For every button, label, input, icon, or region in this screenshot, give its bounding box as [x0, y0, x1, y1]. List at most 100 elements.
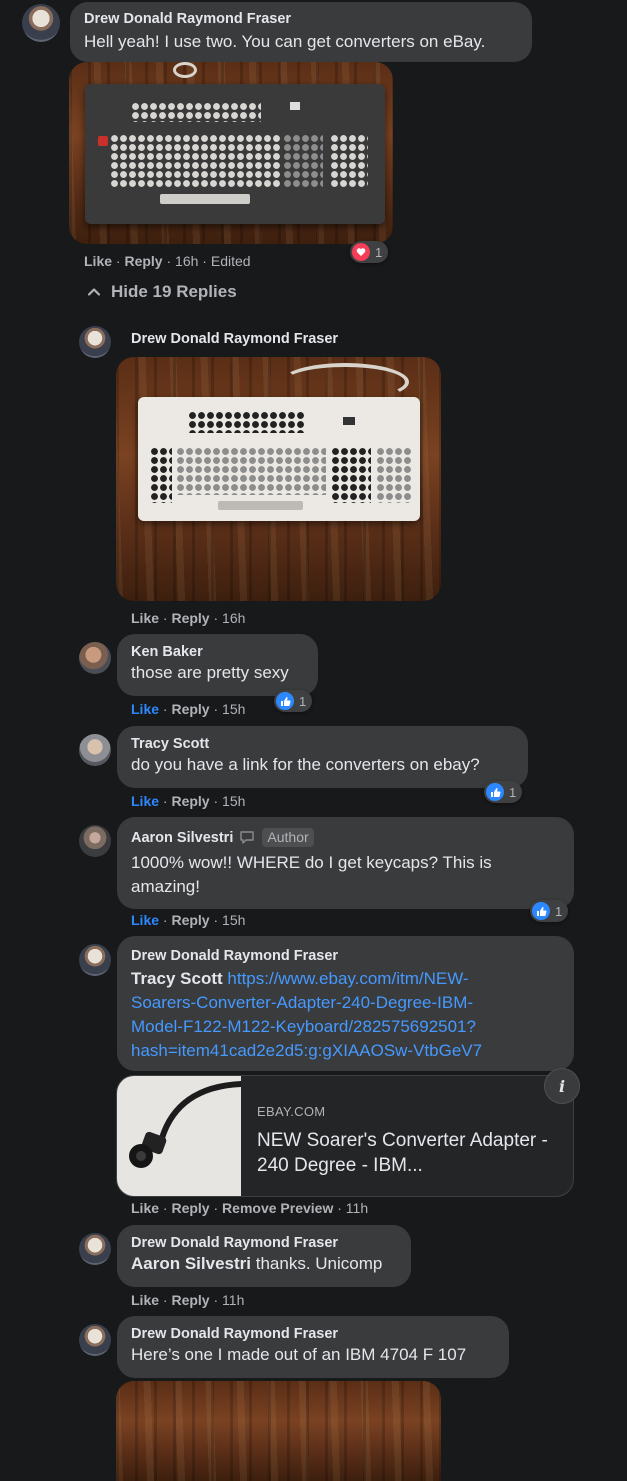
reaction-number: 1 [509, 784, 517, 800]
reply-button[interactable]: Reply [124, 253, 162, 269]
like-icon [532, 902, 550, 920]
comment-actions: Like · Reply · 15h [131, 701, 246, 717]
keycaps [376, 447, 412, 503]
timestamp[interactable]: 16h [222, 610, 245, 626]
reply-button[interactable]: Reply [171, 1200, 209, 1216]
comment-author[interactable]: Ken Baker [131, 643, 304, 661]
external-link[interactable]: Soarers-Converter-Adapter-240-Degree-IBM… [131, 991, 560, 1015]
keycaps [283, 134, 323, 189]
red-key [98, 136, 108, 146]
reaction-number: 1 [299, 693, 307, 709]
keycaps [176, 447, 326, 495]
info-icon[interactable]: i [544, 1068, 580, 1104]
timestamp[interactable]: 15h [222, 701, 245, 717]
comment-bubble: Ken Baker those are pretty sexy [117, 634, 318, 696]
hide-replies-label: Hide 19 Replies [111, 282, 237, 301]
comment-author[interactable]: Aaron Silvestri [131, 830, 233, 846]
avatar[interactable] [79, 326, 111, 358]
comment-bubble: Drew Donald Raymond Fraser Here’s one I … [117, 1316, 509, 1378]
chevron-up-icon [86, 284, 102, 300]
like-button[interactable]: Like [131, 793, 159, 809]
keycaps [131, 102, 261, 122]
avatar[interactable] [79, 944, 111, 976]
comment-bubble: Tracy Scott do you have a link for the c… [117, 726, 528, 788]
comment-photo[interactable] [116, 1381, 441, 1481]
keyboard-image [85, 84, 385, 224]
reply-button[interactable]: Reply [171, 1292, 209, 1308]
keycaps [150, 447, 172, 503]
like-button[interactable]: Like [131, 1292, 159, 1308]
like-button[interactable]: Like [131, 610, 159, 626]
comment-actions: Like · Reply · Remove Preview · 11h [131, 1200, 369, 1216]
avatar[interactable] [79, 1233, 111, 1265]
avatar[interactable] [79, 642, 111, 674]
comment-photo[interactable] [116, 357, 441, 601]
reaction-number: 1 [555, 903, 563, 919]
reaction-number: 1 [375, 244, 383, 260]
comment-text-body: thanks. Unicomp [255, 1254, 383, 1273]
comment-author-row: Aaron Silvestri Author [131, 828, 560, 849]
keycaps [110, 134, 280, 189]
timestamp[interactable]: 11h [346, 1200, 368, 1216]
comment-text-line: amazing! [131, 877, 200, 896]
reaction-count[interactable]: 1 [350, 241, 389, 263]
comment-text: Hell yeah! I use two. You can get conver… [84, 32, 486, 51]
reply-button[interactable]: Reply [171, 912, 209, 928]
keyboard-cord [173, 62, 197, 78]
comment-author[interactable]: Drew Donald Raymond Fraser [131, 1234, 397, 1252]
like-button[interactable]: Like [131, 1200, 159, 1216]
mention-link[interactable]: Tracy Scott [131, 969, 223, 988]
remove-preview-button[interactable]: Remove Preview [222, 1200, 333, 1216]
comment-actions: Like · Reply · 15h [131, 793, 246, 809]
comment-text: Aaron Silvestri thanks. Unicomp [131, 1252, 397, 1276]
like-button[interactable]: Like [84, 253, 112, 269]
comment-text: Tracy Scott https://www.ebay.com/itm/NEW… [131, 967, 560, 991]
like-button[interactable]: Like [131, 701, 159, 717]
comment-author[interactable]: Tracy Scott [131, 735, 514, 753]
reaction-count[interactable]: 1 [530, 900, 569, 922]
like-icon [276, 692, 294, 710]
comment-author[interactable]: Drew Donald Raymond Fraser [131, 1325, 495, 1343]
timestamp[interactable]: 15h [222, 793, 245, 809]
comment-text-line: 1000% wow!! WHERE do I get keycaps? This… [131, 853, 492, 872]
spacebar [218, 501, 303, 510]
keyboard-cord [281, 363, 409, 401]
comment-text: those are pretty sexy [131, 663, 289, 682]
comment-author[interactable]: Drew Donald Raymond Fraser [131, 330, 338, 348]
preview-title[interactable]: NEW Soarer's Converter Adapter - 240 Deg… [257, 1128, 557, 1178]
author-badge: Author [262, 828, 314, 847]
keyboard-image [138, 397, 420, 521]
external-link[interactable]: hash=item41cad2e2d5:g:gXIAAOSw-VtbGeV7 [131, 1039, 560, 1063]
reply-button[interactable]: Reply [171, 793, 209, 809]
preview-domain: EBAY.COM [257, 1104, 326, 1119]
comment-bubble: Drew Donald Raymond Fraser Tracy Scott h… [117, 936, 574, 1071]
timestamp[interactable]: 15h [222, 912, 245, 928]
comment-author[interactable]: Drew Donald Raymond Fraser [84, 10, 518, 28]
spacebar [160, 194, 250, 204]
reaction-count[interactable]: 1 [274, 690, 313, 712]
hide-replies-button[interactable]: Hide 19 Replies [86, 282, 237, 302]
edited-label: Edited [210, 253, 251, 269]
avatar[interactable] [22, 4, 60, 42]
reaction-count[interactable]: 1 [484, 781, 523, 803]
preview-image [117, 1076, 244, 1196]
keyboard-logo [290, 102, 300, 110]
external-link[interactable]: Model-F122-M122-Keyboard/282575692501? [131, 1015, 560, 1039]
comment-bubble: Aaron Silvestri Author 1000% wow!! WHERE… [117, 817, 574, 909]
link-preview-card[interactable]: EBAY.COM NEW Soarer's Converter Adapter … [116, 1075, 574, 1197]
reply-button[interactable]: Reply [171, 610, 209, 626]
comment-photo[interactable] [69, 62, 393, 244]
comment-actions: Like · Reply · 16h · Edited [84, 253, 251, 269]
timestamp[interactable]: 16h [175, 253, 198, 269]
avatar[interactable] [79, 734, 111, 766]
reply-button[interactable]: Reply [171, 701, 209, 717]
like-icon [486, 783, 504, 801]
avatar[interactable] [79, 1324, 111, 1356]
keycaps [331, 447, 371, 503]
timestamp[interactable]: 11h [222, 1292, 244, 1308]
external-link[interactable]: https://www.ebay.com/itm/NEW- [227, 969, 468, 988]
avatar[interactable] [79, 825, 111, 857]
like-button[interactable]: Like [131, 912, 159, 928]
comment-author[interactable]: Drew Donald Raymond Fraser [131, 947, 560, 965]
mention-link[interactable]: Aaron Silvestri [131, 1254, 251, 1273]
